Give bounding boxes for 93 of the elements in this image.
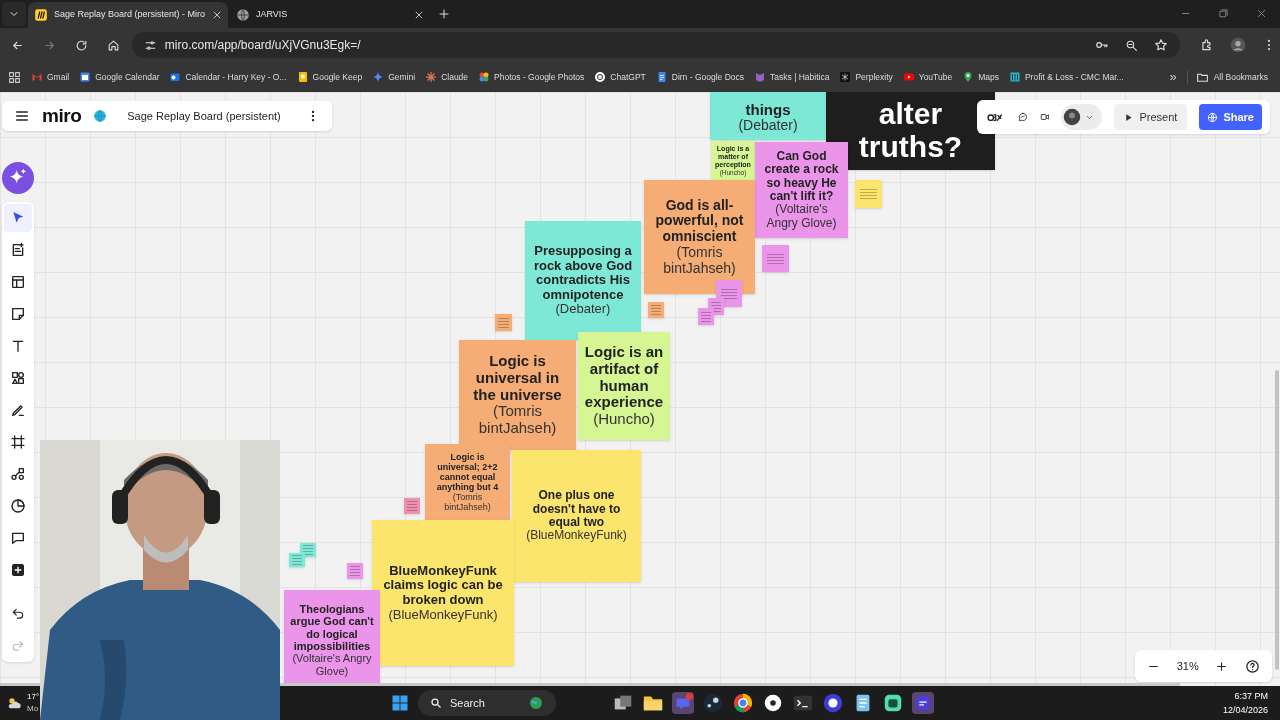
bookmark[interactable]: YouTube — [898, 66, 957, 88]
note-author: (Debater) — [738, 118, 798, 134]
profile-avatar-icon[interactable] — [1230, 37, 1246, 53]
bookmark[interactable]: ChatGPT — [590, 66, 650, 88]
user-menu[interactable] — [1061, 104, 1103, 130]
starburst-icon — [425, 71, 438, 83]
bookmark[interactable]: Tasks | Habitica — [750, 66, 834, 88]
board-favicon-icon — [34, 8, 48, 22]
logo: miro — [42, 103, 82, 128]
bookmark[interactable]: Dirn - Google Docs — [651, 66, 749, 88]
search-icon — [430, 697, 442, 709]
note-author: (Tomris bintJahseh) — [662, 244, 737, 277]
site-settings-icon[interactable] — [143, 38, 157, 52]
columns-icon — [1008, 71, 1021, 83]
windows-start-icon[interactable] — [390, 693, 410, 713]
taskbar-search[interactable]: Search — [418, 690, 556, 716]
note-author: (BlueMonkeyFunk) — [526, 529, 627, 543]
zoom-in-icon[interactable] — [1215, 659, 1229, 673]
sparkle-ai-icon[interactable] — [2, 162, 34, 194]
bookmark[interactable]: Photos - Google Photos — [474, 66, 589, 88]
note-text: Theologians argue God can't do logical impossibilities — [289, 603, 375, 653]
scrollbar[interactable] — [1275, 370, 1279, 670]
restore-icon[interactable] — [1217, 7, 1229, 19]
note-author: (Tomris bintJahseh) — [443, 492, 492, 513]
note-author: (Tomris bintJahseh) — [477, 403, 558, 437]
note-author: (Huncho) — [593, 411, 655, 428]
note-text: Logic is an artifact of human experience — [583, 344, 665, 412]
mail-icon — [31, 71, 43, 83]
apps-grid-icon[interactable] — [8, 70, 21, 84]
share-button[interactable]: Share — [1199, 104, 1262, 130]
zoom-level[interactable]: 31% — [1176, 657, 1199, 675]
bookmark[interactable]: Claude — [421, 66, 473, 88]
weather-temperature: 17° — [27, 691, 40, 703]
bookmark[interactable]: Calendar - Harry Key - O... — [165, 66, 291, 88]
note-author: (BlueMonkeyFunk) — [388, 607, 498, 623]
globe-icon[interactable] — [93, 109, 108, 123]
note-author: (Voltaire's Angry Glove) — [291, 652, 373, 677]
extensions-icon[interactable] — [1200, 38, 1214, 52]
note-text: alter truths? — [857, 96, 964, 164]
note-text: BlueMonkeyFunk claims logic can be broken down — [382, 563, 504, 608]
note-text: Can God create a rock so heavy He can't lift it? — [763, 149, 840, 204]
pinwheel-icon — [478, 71, 491, 83]
bookmark[interactable]: Perplexity — [835, 66, 897, 88]
clock-time[interactable]: 6:37 PM — [1234, 690, 1268, 704]
close-icon[interactable] — [1255, 7, 1267, 19]
browser-tab[interactable]: Sage Replay Board (persistent) - Miro — [28, 2, 228, 28]
close-icon[interactable] — [414, 10, 424, 20]
note-text: things — [745, 101, 791, 119]
browser-icon[interactable] — [732, 692, 754, 714]
weather-icon — [6, 695, 22, 711]
play-icon — [1124, 112, 1134, 122]
sparkle-icon — [372, 71, 385, 83]
circle-icon[interactable] — [762, 692, 784, 714]
bookmark[interactable]: Gemini — [368, 66, 420, 88]
note-icon — [296, 71, 309, 83]
address-bar[interactable]: miro.com/app/board/uXjVGnu3Egk=/ — [131, 32, 1180, 58]
star-icon[interactable] — [1154, 38, 1168, 52]
weather-text: Mo — [27, 703, 39, 715]
zoom-icon[interactable] — [1125, 38, 1138, 52]
bookmark[interactable]: Maps — [958, 66, 1003, 88]
new-tab-icon[interactable] — [438, 8, 450, 20]
play-icon — [902, 71, 915, 83]
calendar-icon — [169, 71, 182, 83]
note-text: Presupposing a rock above God contradicts His omnipotence — [532, 244, 634, 303]
close-icon[interactable] — [212, 10, 222, 20]
note-text: Logic is universal in the universe — [472, 353, 563, 404]
clock-date[interactable]: 12/04/2026 — [1222, 703, 1268, 717]
bookmark[interactable]: Gmail — [27, 66, 74, 88]
note-text: God is all-powerful, not omniscient — [654, 197, 745, 245]
bookmarks-overflow-button[interactable]: » — [1161, 67, 1185, 87]
globe-icon — [236, 8, 250, 22]
bookmark[interactable]: Google Calendar — [75, 66, 164, 88]
globe-icon — [528, 695, 544, 711]
home-icon[interactable] — [107, 38, 121, 52]
reload-icon[interactable] — [75, 38, 89, 52]
bookmark[interactable]: Google Keep — [292, 66, 367, 88]
calendar-icon — [79, 71, 92, 83]
ribbon-icon — [754, 71, 767, 83]
avatar-icon — [1063, 108, 1082, 126]
menu-icon[interactable] — [14, 108, 30, 124]
board-title[interactable]: Sage Replay Board (persistent) — [127, 107, 294, 125]
globe-icon — [1207, 111, 1219, 123]
circle-icon — [594, 71, 607, 83]
help-icon[interactable] — [1244, 658, 1260, 674]
note-author: (Debater) — [555, 302, 611, 317]
note-author: (Voltaire's Angry Glove) — [765, 203, 838, 231]
bookmark[interactable]: Profit & Loss - CMC Mar... — [1004, 66, 1128, 88]
present-button[interactable]: Present — [1114, 104, 1188, 130]
select-cursor-icon[interactable] — [4, 204, 32, 232]
note-text: One plus one doesn't have to equal two — [531, 489, 622, 530]
browser-tab[interactable]: JARVIS — [230, 2, 430, 28]
note-text: Logic is universal; 2+2 cannot equal anything but 4 — [435, 451, 500, 493]
all-bookmarks-button[interactable]: All Bookmarks — [1186, 70, 1276, 84]
